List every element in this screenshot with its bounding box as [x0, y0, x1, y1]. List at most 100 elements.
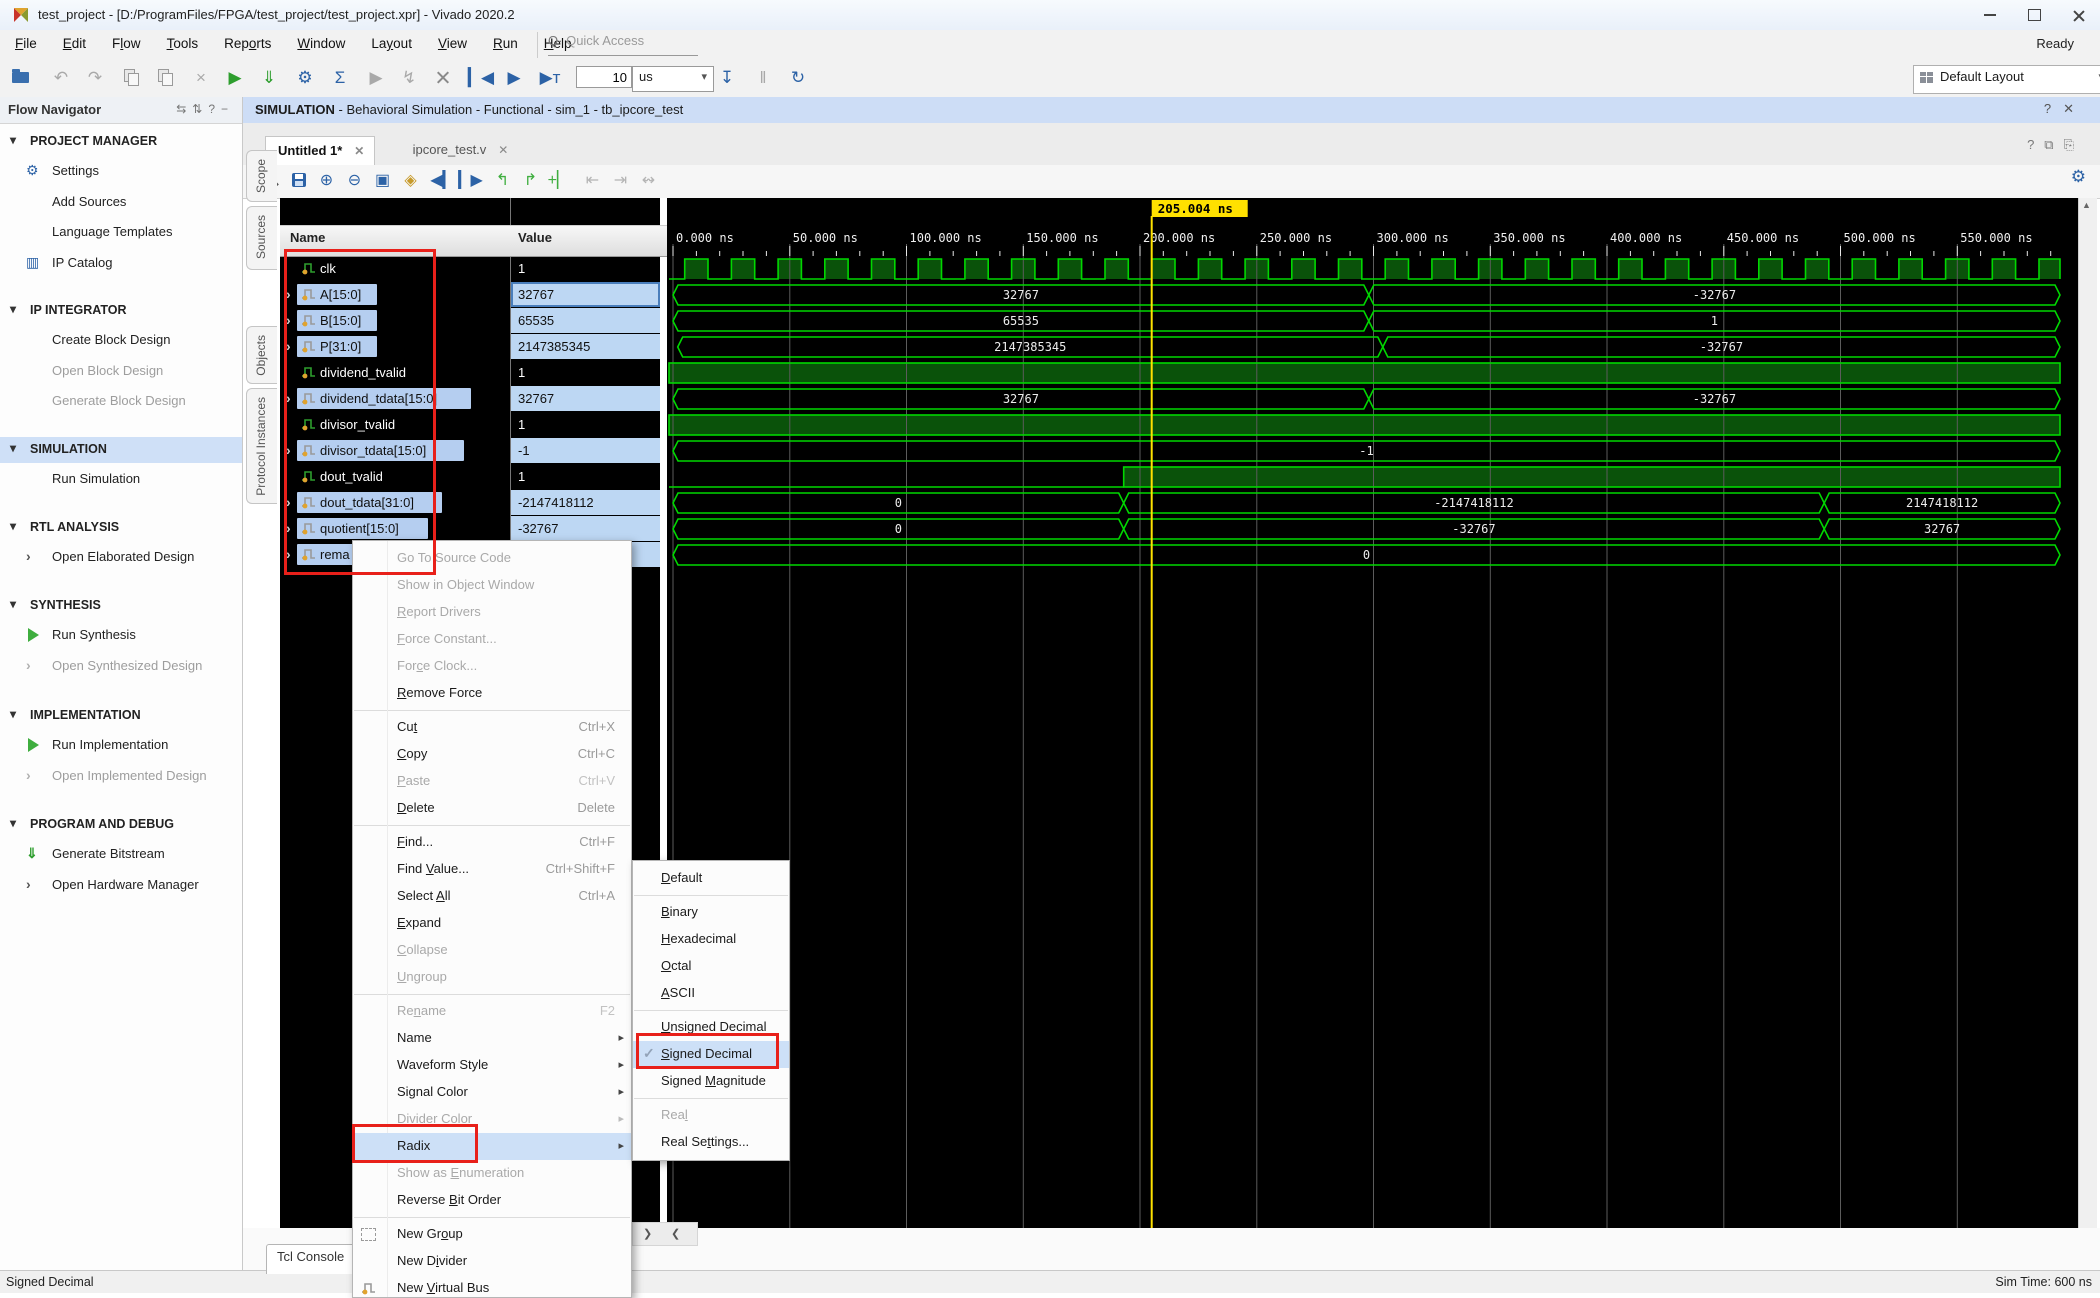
panel-corner-icons[interactable]: ?⧉⎘: [2027, 137, 2084, 153]
signal-value-dout-tvalid[interactable]: 1: [511, 464, 660, 489]
menu-item-delete[interactable]: DeleteDelete: [353, 795, 631, 822]
run-synthesis-disabled-button[interactable]: ▶: [361, 64, 391, 92]
wand-button[interactable]: ↯: [394, 64, 424, 92]
menu-item-remove-force[interactable]: Remove Force: [353, 680, 631, 707]
menu-item-reverse-bit-order[interactable]: Reverse Bit Order: [353, 1187, 631, 1214]
generate-bitstream-button[interactable]: ⇓: [254, 64, 284, 92]
menu-run[interactable]: Run: [480, 30, 531, 60]
wave-save-button[interactable]: [285, 167, 312, 194]
flow-item-open-implemented-design[interactable]: ›Open Implemented Design: [0, 764, 242, 788]
flow-section-program-and-debug[interactable]: ▾PROGRAM AND DEBUG: [0, 812, 242, 838]
relaunch-button[interactable]: ↻: [783, 64, 813, 92]
wave-zoom-fit-button[interactable]: ▣: [369, 167, 396, 194]
wave-prev-marker-button[interactable]: ⇤: [579, 167, 606, 194]
menu-item-hexadecimal[interactable]: Hexadecimal: [633, 926, 789, 953]
menu-tools[interactable]: Tools: [154, 30, 212, 60]
scroll-up-icon[interactable]: ▲: [2082, 200, 2091, 210]
menu-item-default[interactable]: Default: [633, 865, 789, 892]
wave-zoom-out-button[interactable]: ⊖: [341, 167, 368, 194]
wave-next-marker-button[interactable]: ⇥: [607, 167, 634, 194]
copy-button[interactable]: [116, 64, 146, 92]
run-all-button[interactable]: ▶: [499, 64, 529, 92]
menu-item-signal-color[interactable]: Signal Color▸: [353, 1079, 631, 1106]
signal-value-b-15-0[interactable]: 65535: [511, 308, 660, 333]
menu-item-new-group[interactable]: New Group: [353, 1221, 631, 1248]
menu-file[interactable]: File: [2, 30, 50, 60]
side-tab-objects[interactable]: Objects: [246, 326, 277, 384]
flow-navigator-toolbar-icons[interactable]: ⇆⇅?−: [176, 102, 234, 116]
flow-item-generate-bitstream[interactable]: ⇓Generate Bitstream: [0, 842, 242, 866]
menu-item-real-settings[interactable]: Real Settings...: [633, 1129, 789, 1156]
menu-reports[interactable]: Reports: [211, 30, 284, 60]
settings-button[interactable]: ⚙: [290, 64, 320, 92]
menu-item-select-all[interactable]: Select AllCtrl+A: [353, 883, 631, 910]
menu-item-signed-magnitude[interactable]: Signed Magnitude: [633, 1068, 789, 1095]
paste-button[interactable]: [150, 64, 180, 92]
signal-value-p-31-0[interactable]: 2147385345: [511, 334, 660, 359]
menu-item-new-virtual-bus[interactable]: New Virtual Bus: [353, 1275, 631, 1298]
menu-item-name[interactable]: Name▸: [353, 1025, 631, 1052]
signal-value-dout-tdata-31-0[interactable]: -2147418112: [511, 490, 660, 515]
value-column-header[interactable]: Value: [511, 225, 667, 257]
menu-item-ascii[interactable]: ASCII: [633, 980, 789, 1007]
time-unit-select[interactable]: us▾: [632, 66, 714, 92]
close-button[interactable]: [2056, 0, 2100, 29]
flow-item-open-synthesized-design[interactable]: ›Open Synthesized Design: [0, 654, 242, 678]
wave-add-marker-button[interactable]: +▏: [545, 167, 572, 194]
run-for-time-button[interactable]: ▶ᴛ: [535, 64, 565, 92]
vertical-scrollbar[interactable]: ▲▼: [2078, 198, 2097, 1245]
layout-select[interactable]: Default Layout ▾: [1913, 65, 2100, 94]
flow-item-ip-catalog[interactable]: ▥IP Catalog: [0, 251, 242, 275]
menu-item-binary[interactable]: Binary: [633, 899, 789, 926]
menu-item-find[interactable]: Find...Ctrl+F: [353, 829, 631, 856]
flow-section-synthesis[interactable]: ▾SYNTHESIS: [0, 593, 242, 619]
quick-access-input[interactable]: Q· Quick Access: [548, 33, 698, 56]
flow-item-settings[interactable]: ⚙Settings: [0, 159, 242, 183]
signal-value-divisor-tvalid[interactable]: 1: [511, 412, 660, 437]
flow-section-ip-integrator[interactable]: ▾IP INTEGRATOR: [0, 298, 242, 324]
pause-button[interactable]: ‖: [748, 64, 778, 92]
flow-item-run-simulation[interactable]: Run Simulation: [0, 467, 242, 491]
flow-item-generate-block-design[interactable]: Generate Block Design: [0, 389, 242, 413]
side-tab-sources[interactable]: Sources: [246, 206, 277, 270]
signal-value-quotient-15-0[interactable]: -32767: [511, 516, 660, 541]
redo-button[interactable]: ↷: [80, 64, 110, 92]
signal-value-dividend-tdata-15-0[interactable]: 32767: [511, 386, 660, 411]
flow-item-run-synthesis[interactable]: Run Synthesis: [0, 623, 242, 647]
tree-scroll-buttons[interactable]: ❯❮: [632, 1222, 698, 1246]
wave-swap-cursor-button[interactable]: ↭: [635, 167, 662, 194]
report-button[interactable]: Σ: [325, 64, 355, 92]
menu-item-cut[interactable]: CutCtrl+X: [353, 714, 631, 741]
flow-section-project-manager[interactable]: ▾PROJECT MANAGER: [0, 129, 242, 155]
menu-window[interactable]: Window: [284, 30, 358, 60]
menu-item-find-value[interactable]: Find Value...Ctrl+Shift+F: [353, 856, 631, 883]
flow-section-implementation[interactable]: ▾IMPLEMENTATION: [0, 703, 242, 729]
close-icon[interactable]: ✕: [354, 144, 364, 158]
signal-value-dividend-tvalid[interactable]: 1: [511, 360, 660, 385]
maximize-button[interactable]: [2012, 0, 2056, 29]
close-icon[interactable]: ✕: [498, 143, 508, 157]
menu-edit[interactable]: Edit: [50, 30, 99, 60]
flow-item-language-templates[interactable]: Language Templates: [0, 220, 242, 244]
waveform-canvas[interactable]: 0.000 ns50.000 ns100.000 ns150.000 ns200…: [667, 198, 2078, 1245]
menu-flow[interactable]: Flow: [99, 30, 154, 60]
simulation-header-icons[interactable]: ?✕: [2044, 101, 2086, 117]
minimize-button[interactable]: [1968, 0, 2012, 29]
delete-breakpoints-button[interactable]: [428, 64, 458, 92]
wave-zoom-in-button[interactable]: ⊕: [313, 167, 340, 194]
signal-value-a-15-0[interactable]: 32767: [511, 282, 660, 307]
menu-item-new-divider[interactable]: New Divider: [353, 1248, 631, 1275]
menu-item-expand[interactable]: Expand: [353, 910, 631, 937]
flow-item-add-sources[interactable]: Add Sources: [0, 190, 242, 214]
flow-item-open-hardware-manager[interactable]: ›Open Hardware Manager: [0, 873, 242, 897]
side-tab-protocol-instances[interactable]: Protocol Instances: [246, 388, 277, 504]
menu-view[interactable]: View: [425, 30, 480, 60]
flow-item-run-implementation[interactable]: Run Implementation: [0, 733, 242, 757]
flow-section-rtl-analysis[interactable]: ▾RTL ANALYSIS: [0, 515, 242, 541]
open-recent-button[interactable]: [6, 64, 36, 92]
wave-prev-transition-button[interactable]: ↰: [489, 167, 516, 194]
signal-value-divisor-tdata-15-0[interactable]: -1: [511, 438, 660, 463]
run-time-input[interactable]: [576, 66, 632, 88]
step-button[interactable]: ↧: [712, 64, 742, 92]
menu-item-octal[interactable]: Octal: [633, 953, 789, 980]
